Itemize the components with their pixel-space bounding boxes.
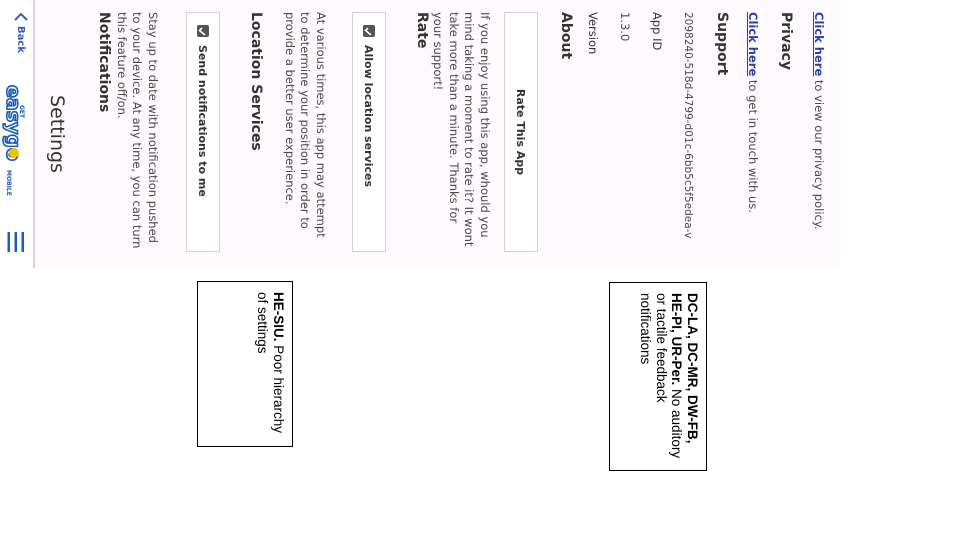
support-link[interactable]: Click here xyxy=(746,12,760,76)
rate-app-button[interactable]: Rate This App xyxy=(504,12,538,252)
support-text: Click here to get in touch with us. xyxy=(746,12,760,213)
notifications-description: Stay up to date with notification pushed… xyxy=(115,12,160,249)
svg-text:GET: GET xyxy=(18,105,25,119)
page-title: Settings xyxy=(46,95,68,173)
back-label: Back xyxy=(15,26,27,53)
support-heading: Support xyxy=(714,12,730,76)
rate-app-label: Rate This App xyxy=(514,88,528,176)
allow-location-toggle[interactable]: Allow location services xyxy=(352,12,386,252)
privacy-link[interactable]: Click here xyxy=(812,12,826,76)
app-id-value: 2098240-518d-4799-d01c-6bb5c5f5edea-v xyxy=(682,12,694,239)
note-hierarchy-codes: HE-SIU. xyxy=(271,292,286,342)
support-rest: to get in touch with us. xyxy=(746,76,760,213)
back-button[interactable]: Back xyxy=(14,12,28,53)
phone-screenshot: Back easygo GET MOBILE Settings Notifica… xyxy=(0,0,840,268)
hamburger-menu-icon[interactable] xyxy=(7,232,25,252)
version-value: 1.3.0 xyxy=(618,12,632,42)
rate-description: If you enjoy using this app, whould you … xyxy=(431,12,493,247)
annotation-note-hierarchy: HE-SIU. Poor hierarchy of settings xyxy=(197,281,293,447)
annotation-note-feedback: DC-LA, DC-MR, DW-FB, HE-PI, UR-Per. No a… xyxy=(609,282,707,471)
app-id-label: App ID xyxy=(650,12,664,51)
chevron-left-icon xyxy=(14,12,28,21)
notifications-heading: Notifications xyxy=(96,12,112,113)
send-notifications-toggle[interactable]: Send notifications to me xyxy=(186,12,220,252)
checkbox-icon xyxy=(363,25,375,37)
header-divider xyxy=(33,0,35,268)
svg-text:MOBILE: MOBILE xyxy=(5,170,12,196)
easygo-logo: easygo GET MOBILE xyxy=(1,84,25,205)
privacy-heading: Privacy xyxy=(778,12,794,70)
location-description: At various times, this app may attempt t… xyxy=(283,12,328,238)
privacy-text: Click here to view our privacy policy. xyxy=(812,12,826,230)
privacy-rest: to view our privacy policy. xyxy=(812,76,826,230)
send-notifications-label: Send notifications to me xyxy=(196,45,210,197)
settings-screen: Back easygo GET MOBILE Settings Notifica… xyxy=(0,0,840,268)
rate-heading: Rate xyxy=(414,12,430,49)
location-heading: Location Services xyxy=(248,12,264,151)
version-label: Version xyxy=(586,12,600,55)
about-heading: About xyxy=(558,12,574,60)
slide: Back easygo GET MOBILE Settings Notifica… xyxy=(0,0,960,540)
checkbox-icon xyxy=(197,25,209,37)
allow-location-label: Allow location services xyxy=(362,45,376,188)
